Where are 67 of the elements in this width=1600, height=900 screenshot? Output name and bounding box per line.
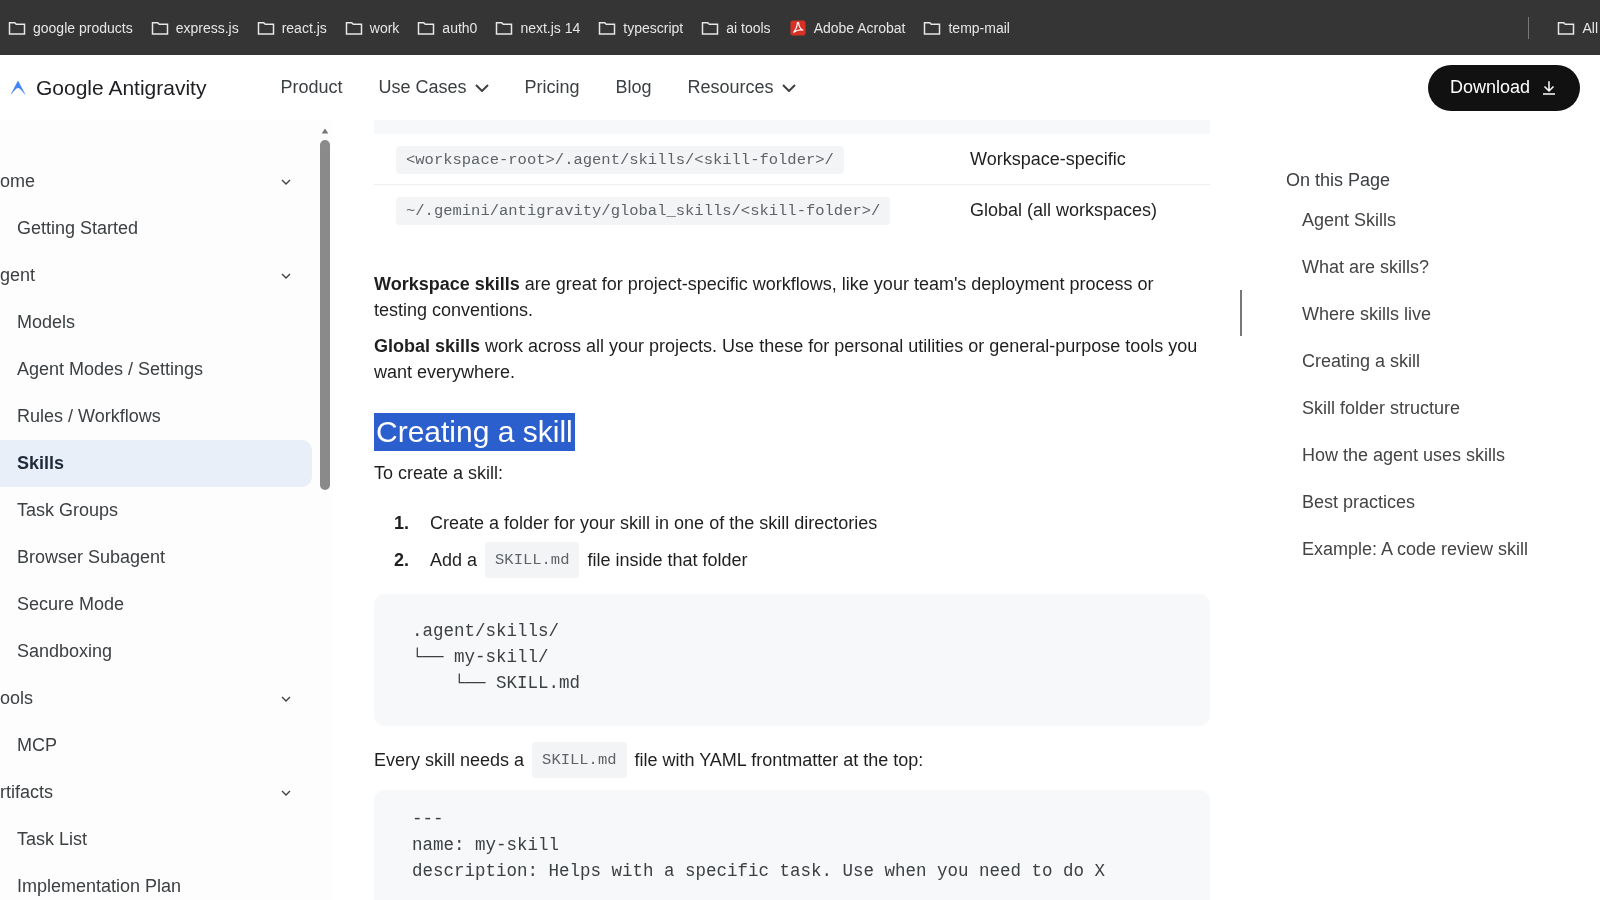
toc-link[interactable]: Skill folder structure <box>1286 396 1529 443</box>
bookmark[interactable]: next.js 14 <box>487 14 591 41</box>
sidebar-item[interactable]: Models <box>0 299 312 346</box>
paragraph: Global skills work across all your projects. Use these for personal utilities or general-purpose tools you want everywhere. <box>374 335 1199 384</box>
table-cell-text: Workspace-specific <box>970 148 1126 171</box>
bookmark[interactable]: ai tools <box>693 14 781 41</box>
bookmark[interactable]: google products <box>0 14 143 41</box>
toc-link[interactable]: What are skills? <box>1286 255 1529 302</box>
code-block: .agent/skills/ └── my-skill/ └── SKILL.md <box>374 594 1210 726</box>
bookmark[interactable]: react.js <box>248 14 337 41</box>
paragraph: To create a skill: <box>374 462 505 485</box>
list-number: 2. <box>394 548 410 572</box>
path-code: ~/.gemini/antigravity/global_skills/<skill-folder>/ <box>396 197 891 225</box>
sidebar-item[interactable]: Sandboxing <box>0 628 312 675</box>
nav-link[interactable]: Pricing <box>510 71 594 104</box>
sidebar-item[interactable]: Secure Mode <box>0 581 312 628</box>
paragraph: Workspace skills are great for project-specific workflows, like your team's deployment process or testing conventions. <box>374 273 1155 322</box>
toc-link[interactable]: How the agent uses skills <box>1286 443 1529 490</box>
pdf-icon <box>788 18 807 37</box>
bookmark[interactable]: express.js <box>142 14 249 41</box>
toc-link[interactable]: Best practices <box>1286 490 1529 537</box>
toc-title: On this Page <box>1286 169 1392 192</box>
sidebar-item[interactable]: Getting Started <box>0 205 312 252</box>
code-block: --- name: my-skill description: Helps with a specific task. Use when you need to do X <box>374 790 1210 900</box>
toc-link[interactable]: Example: A code review skill <box>1286 537 1529 584</box>
path-code: <workspace-root>/.agent/skills/<skill-folder>/ <box>396 146 844 174</box>
body-text: file inside that folder <box>587 548 748 572</box>
toc-link[interactable]: Where skills live <box>1286 302 1529 349</box>
sidebar-item[interactable]: Task List <box>0 816 312 863</box>
sidebar-item[interactable]: Skills <box>0 440 312 487</box>
sidebar-item[interactable]: Browser Subagent <box>0 534 312 581</box>
body-text: Add a <box>430 548 478 572</box>
nav-link[interactable]: Resources <box>673 71 810 104</box>
inline-code: SKILL.md <box>532 742 627 778</box>
body-text: Every skill needs a <box>374 749 525 772</box>
sidebar-item[interactable]: Implementation Plan <box>0 863 312 900</box>
body-text: Create a folder for your skill in one of the skill directories <box>430 511 878 535</box>
all-bookmarks[interactable]: All <box>1549 14 1600 41</box>
toc-link[interactable]: Agent Skills <box>1286 208 1529 255</box>
table-cell-text: Global (all workspaces) <box>970 199 1158 222</box>
sidebar-section[interactable]: ools <box>0 675 312 722</box>
sidebar-item[interactable]: MCP <box>0 722 312 769</box>
nav-link[interactable]: Blog <box>601 71 666 104</box>
sidebar-section[interactable]: gent <box>0 252 312 299</box>
inline-code: SKILL.md <box>485 541 580 578</box>
section-heading: Creating a skill <box>374 413 575 451</box>
sidebar-section[interactable]: ome <box>0 158 312 205</box>
body-text: file with YAML frontmatter at the top: <box>634 749 924 772</box>
sidebar-item[interactable]: Agent Modes / Settings <box>0 346 312 393</box>
chevron-down-icon <box>781 83 796 92</box>
site-logo[interactable]: Google Antigravity <box>36 75 207 100</box>
bookmark[interactable]: typescript <box>590 14 694 41</box>
bookmark[interactable]: temp-mail <box>915 14 1020 41</box>
download-icon <box>1540 78 1558 97</box>
chevron-down-icon <box>474 83 489 92</box>
scroll-up-icon <box>319 126 331 136</box>
toc-link[interactable]: Creating a skill <box>1286 349 1529 396</box>
list-number: 1. <box>394 511 410 535</box>
nav-link[interactable]: Use Cases <box>364 71 503 104</box>
bookmark[interactable]: work <box>336 14 410 41</box>
sidebar-item[interactable]: Rules / Workflows <box>0 393 312 440</box>
download-button[interactable]: Download <box>1427 64 1580 111</box>
bookmark[interactable]: auth0 <box>409 14 488 41</box>
nav-link[interactable]: Product <box>266 71 357 104</box>
sidebar-item[interactable]: Task Groups <box>0 487 312 534</box>
bookmark[interactable]: Adobe Acrobat <box>780 14 916 41</box>
sidebar-section[interactable]: rtifacts <box>0 769 312 816</box>
